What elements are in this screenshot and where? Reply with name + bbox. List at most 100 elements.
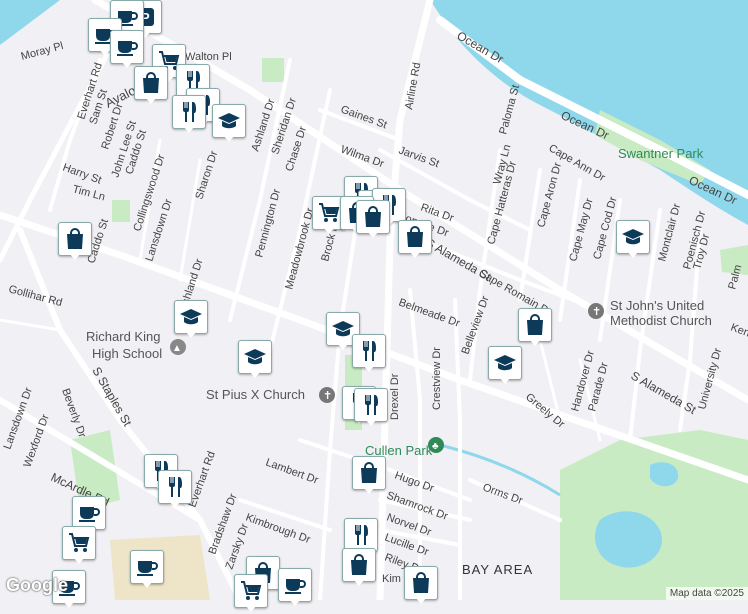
- map-canvas[interactable]: Moray Pl Walton Pl Everhart Rd Avalon Sa…: [0, 0, 748, 600]
- marker-tail: [145, 97, 157, 104]
- restaurant-icon: [352, 334, 386, 368]
- shopping-icon: [398, 220, 432, 254]
- restaurant-icon: [344, 518, 378, 552]
- grocery-icon: [62, 526, 96, 560]
- school-label: Richard King: [86, 329, 160, 344]
- restaurant-marker[interactable]: [158, 470, 192, 510]
- street-label: Kimbrough Dr: [244, 512, 312, 547]
- street-label: Hugo Dr: [393, 470, 436, 495]
- shopping-icon: [518, 308, 552, 342]
- restaurant-icon: [158, 470, 192, 504]
- cullen-park-icon[interactable]: ♣: [428, 437, 444, 453]
- cafe-marker[interactable]: [110, 30, 144, 70]
- marker-tail: [249, 371, 261, 378]
- street-label: Belmeade Dr: [397, 297, 462, 330]
- shopping-icon: [356, 200, 390, 234]
- grocery-marker[interactable]: [234, 574, 268, 614]
- shopping-icon: [352, 456, 386, 490]
- school-marker[interactable]: [616, 220, 650, 260]
- street-label: Walton Pl: [185, 51, 232, 63]
- school-icon: [238, 340, 272, 374]
- shopping-icon: [404, 566, 438, 600]
- school-marker[interactable]: [174, 300, 208, 340]
- marker-tail: [409, 251, 421, 258]
- cafe-marker[interactable]: [278, 568, 312, 608]
- svg-text:▲: ▲: [172, 343, 182, 354]
- shopping-marker[interactable]: [404, 566, 438, 606]
- cafe-icon: [278, 568, 312, 602]
- marker-tail: [353, 579, 365, 586]
- shopping-marker[interactable]: [518, 308, 552, 348]
- street-label: Beverly Dr: [59, 387, 88, 440]
- school-icon: [174, 300, 208, 334]
- street-label: Jarvis St: [397, 145, 441, 171]
- street-label: University Dr: [696, 347, 724, 411]
- school-place-icon[interactable]: ▲: [170, 339, 186, 355]
- marker-tail: [627, 251, 639, 258]
- shopping-marker[interactable]: [352, 456, 386, 496]
- grocery-icon: [234, 574, 268, 608]
- google-logo: Google: [6, 575, 68, 595]
- school-marker[interactable]: [238, 340, 272, 380]
- grocery-marker[interactable]: [62, 526, 96, 566]
- restaurant-marker[interactable]: [172, 95, 206, 135]
- street-label: Greely Dr: [523, 391, 567, 431]
- marker-tail: [69, 253, 81, 260]
- street-label: Gollihar Rd: [7, 283, 63, 309]
- school-label-b: High School: [92, 346, 162, 361]
- marker-tail: [337, 343, 349, 350]
- park-small: [112, 200, 130, 222]
- marker-tail: [73, 557, 85, 564]
- marker-tail: [185, 331, 197, 338]
- street-label: Kenwood Dr: [729, 322, 748, 354]
- marker-tail: [529, 339, 541, 346]
- marker-tail: [363, 365, 375, 372]
- marker-tail: [121, 61, 133, 68]
- shopping-marker[interactable]: [134, 66, 168, 106]
- marker-tail: [289, 599, 301, 606]
- shopping-icon: [342, 548, 376, 582]
- marker-tail: [363, 487, 375, 494]
- marker-tail: [223, 135, 235, 142]
- street-label: Tim Ln: [71, 183, 106, 203]
- school-marker[interactable]: [212, 104, 246, 144]
- street-label: Orms Dr: [481, 482, 524, 508]
- marker-tail: [367, 231, 379, 238]
- shopping-marker[interactable]: [58, 222, 92, 262]
- restaurant-icon: [354, 388, 388, 422]
- shopping-marker[interactable]: [342, 548, 376, 588]
- church-pin-2[interactable]: ✝: [319, 387, 335, 403]
- street-label: Airline Rd: [403, 61, 423, 110]
- street-label: S Staples St: [89, 365, 134, 430]
- street-label: Wexford Dr: [22, 413, 52, 469]
- cafe-icon: [72, 496, 106, 530]
- channel-water: [0, 0, 60, 45]
- area-label: BAY AREA: [462, 562, 533, 577]
- school-icon: [616, 220, 650, 254]
- street-label: Drexel Dr: [389, 373, 401, 420]
- shopping-icon: [58, 222, 92, 256]
- marker-tail: [245, 605, 257, 612]
- shopping-icon: [134, 66, 168, 100]
- restaurant-marker[interactable]: [354, 388, 388, 428]
- church-pin-1[interactable]: ✝: [588, 303, 604, 319]
- street-label: Lambert Dr: [264, 457, 320, 487]
- restaurant-marker[interactable]: [352, 334, 386, 374]
- big-park-south: [560, 430, 748, 600]
- svg-text:♣: ♣: [432, 441, 439, 452]
- street-label: Moray Pl: [20, 40, 65, 63]
- shopping-marker[interactable]: [356, 200, 390, 240]
- map-attribution: Map data ©2025: [665, 587, 748, 600]
- cafe-icon: [130, 550, 164, 584]
- cafe-marker[interactable]: [130, 550, 164, 590]
- marker-tail: [415, 597, 427, 604]
- marker-tail: [499, 377, 511, 384]
- street-label: Harry St: [61, 162, 103, 187]
- shopping-marker[interactable]: [398, 220, 432, 260]
- church-label-1: St John's United: [610, 298, 704, 313]
- marker-tail: [169, 501, 181, 508]
- church-label-2: St Pius X Church: [206, 387, 305, 402]
- church-label-1b: Methodist Church: [610, 313, 712, 328]
- swantner-park-label: Swantner Park: [618, 146, 704, 161]
- school-marker[interactable]: [488, 346, 522, 386]
